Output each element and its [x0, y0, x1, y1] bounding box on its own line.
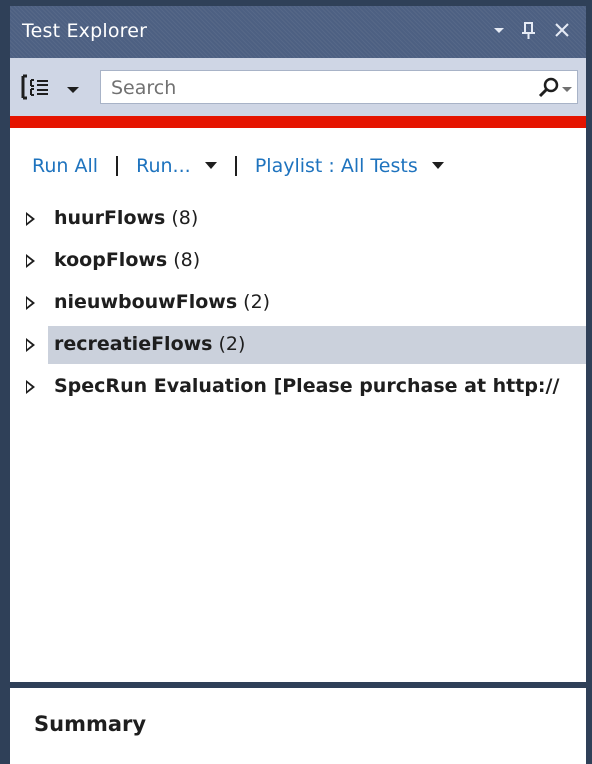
close-icon[interactable] [552, 18, 572, 47]
expand-arrow-icon[interactable] [26, 254, 35, 268]
chevron-down-icon[interactable] [492, 18, 506, 47]
run-link[interactable]: Run... [136, 154, 217, 177]
tree-row[interactable]: SpecRun Evaluation [Please purchase at h… [10, 368, 586, 406]
test-group-name: huurFlows [54, 207, 166, 229]
window-title: Test Explorer [22, 20, 148, 42]
separator [116, 155, 119, 176]
search-icon[interactable] [537, 75, 561, 103]
expand-arrow-icon[interactable] [26, 296, 35, 310]
tree-row[interactable]: koopFlows (8) [10, 242, 586, 280]
expand-arrow-icon[interactable] [26, 338, 35, 352]
test-count: (2) [243, 291, 271, 313]
playlist-link[interactable]: Playlist : All Tests [255, 154, 444, 177]
test-group-name: koopFlows [54, 249, 168, 271]
test-group-name: SpecRun Evaluation [Please purchase at h… [54, 375, 560, 397]
chevron-down-icon[interactable] [561, 81, 573, 100]
chevron-down-icon[interactable] [66, 81, 80, 100]
playlist-label: Playlist : All Tests [254, 154, 418, 177]
expand-arrow-icon[interactable] [26, 380, 35, 394]
title-bar[interactable]: Test Explorer [10, 6, 586, 58]
tree-row-selected[interactable]: recreatieFlows (2) [10, 326, 586, 364]
test-count: (8) [173, 249, 201, 271]
pin-icon[interactable] [520, 18, 538, 47]
summary-heading: Summary [34, 712, 147, 736]
group-by-button[interactable] [20, 72, 92, 102]
tree-row[interactable]: nieuwbouwFlows (2) [10, 284, 586, 322]
test-explorer-panel: Test Explorer Search Run All Run... Play… [10, 6, 586, 764]
run-all-link[interactable]: Run All [32, 155, 98, 177]
action-bar: Run All Run... Playlist : All Tests [32, 154, 444, 182]
test-count: (2) [218, 333, 246, 355]
progress-bar [10, 116, 586, 128]
separator [234, 155, 237, 176]
tree-row[interactable]: huurFlows (8) [10, 200, 586, 238]
search-box[interactable] [100, 70, 578, 104]
test-count: (8) [171, 207, 199, 229]
summary-splitter[interactable] [10, 682, 586, 688]
test-group-name: nieuwbouwFlows [54, 291, 238, 313]
group-by-icon [20, 72, 56, 106]
expand-arrow-icon[interactable] [26, 212, 35, 226]
run-label: Run... [136, 154, 191, 177]
test-group-name: recreatieFlows [54, 333, 213, 355]
progress-fill [10, 116, 586, 128]
search-input[interactable] [109, 73, 513, 103]
chevron-down-icon [431, 162, 444, 170]
chevron-down-icon [204, 162, 217, 170]
toolbar [10, 58, 586, 116]
